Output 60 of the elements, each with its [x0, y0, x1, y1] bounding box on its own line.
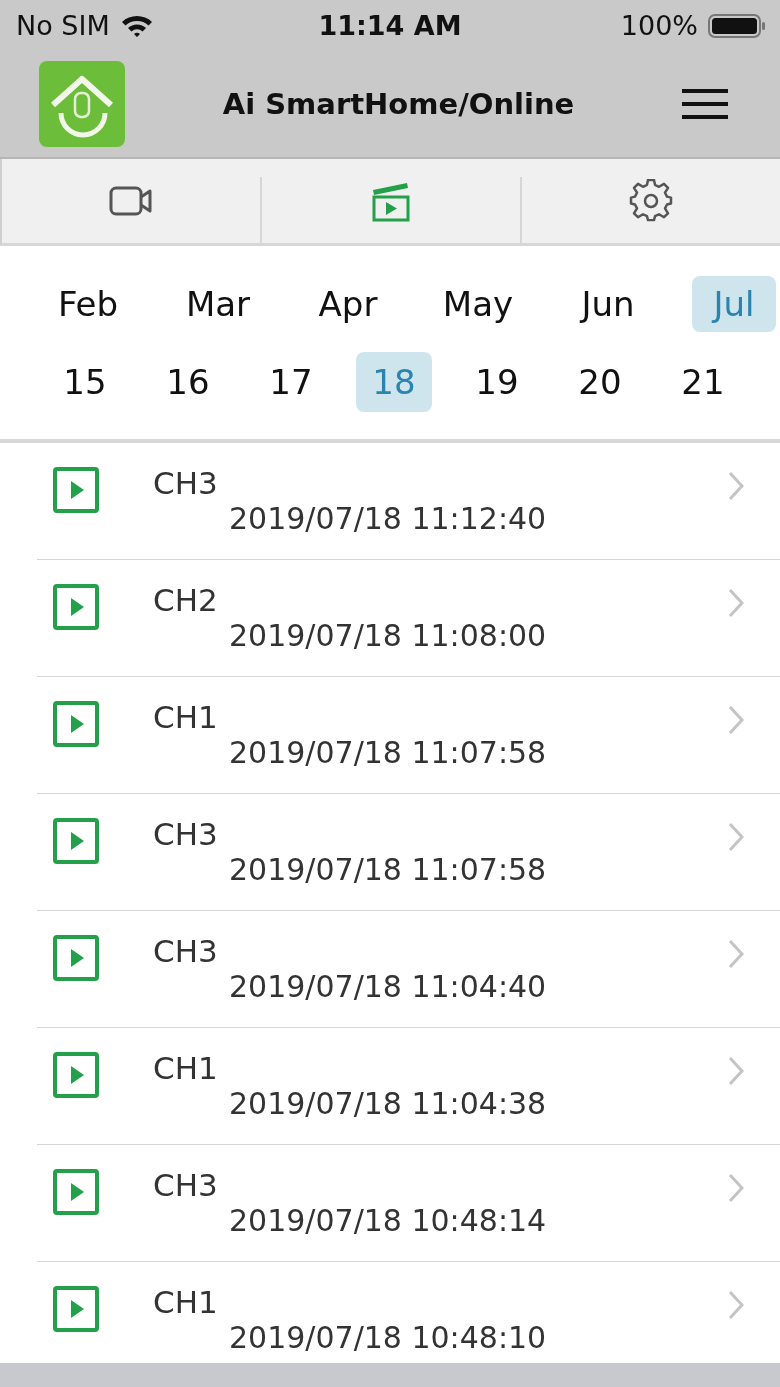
recording-time: 2019/07/18 11:07:58 [229, 852, 547, 888]
recording-row[interactable]: CH3 2019/07/18 11:12:40 [37, 442, 780, 560]
channel-label: CH3 [153, 465, 218, 502]
chevron-right-icon [728, 1289, 744, 1320]
app-title: Ai SmartHome/Online [221, 87, 576, 122]
chevron-right-icon [728, 938, 744, 969]
play-icon [53, 1051, 99, 1098]
channel-label: CH3 [153, 933, 218, 970]
play-icon [53, 466, 99, 513]
recording-time: 2019/07/18 11:04:38 [229, 1086, 547, 1122]
play-icon [53, 700, 99, 747]
chevron-right-icon [728, 470, 744, 501]
recording-time: 2019/07/18 10:48:10 [229, 1320, 547, 1356]
recording-row[interactable]: CH3 2019/07/18 11:04:40 [37, 910, 780, 1028]
clapperboard-icon [371, 180, 411, 223]
month-option[interactable]: Mar [162, 276, 274, 333]
recording-time: 2019/07/18 11:07:58 [229, 735, 547, 771]
recording-row[interactable]: CH3 2019/07/18 11:07:58 [37, 793, 780, 911]
day-option[interactable]: 19 [459, 352, 535, 413]
play-icon [53, 1285, 99, 1332]
channel-label: CH3 [153, 1167, 218, 1204]
recording-time: 2019/07/18 11:08:00 [229, 618, 547, 654]
recording-time: 2019/07/18 11:04:40 [229, 969, 547, 1005]
recording-row[interactable]: CH1 2019/07/18 11:04:38 [37, 1027, 780, 1145]
channel-label: CH1 [153, 1284, 218, 1321]
recording-row[interactable]: CH3 2019/07/18 10:48:14 [37, 1144, 780, 1262]
recording-row[interactable]: CH1 2019/07/18 11:07:58 [37, 676, 780, 794]
month-option[interactable]: May [422, 276, 534, 333]
channel-label: CH1 [153, 699, 218, 736]
carrier-label: No SIM [16, 10, 110, 42]
play-icon [53, 583, 99, 630]
channel-label: CH2 [153, 582, 218, 619]
battery-percent: 100% [620, 10, 698, 42]
chevron-right-icon [728, 1172, 744, 1203]
day-option[interactable]: 16 [150, 352, 226, 413]
day-option[interactable]: 20 [562, 352, 638, 413]
channel-label: CH3 [153, 816, 218, 853]
menu-icon[interactable] [682, 88, 728, 121]
chevron-right-icon [728, 587, 744, 618]
play-icon [53, 934, 99, 981]
day-option[interactable]: 15 [47, 352, 123, 413]
clock-time: 11:14 AM [318, 10, 462, 42]
app-logo-icon [39, 61, 125, 148]
day-option[interactable]: 17 [253, 352, 329, 413]
play-icon [53, 817, 99, 864]
month-option[interactable]: Jun [552, 276, 664, 333]
settings-icon [629, 179, 673, 224]
chevron-right-icon [728, 1055, 744, 1086]
channel-label: CH1 [153, 1050, 218, 1087]
chevron-right-icon [728, 821, 744, 852]
recording-row[interactable]: CH2 2019/07/18 11:08:00 [37, 559, 780, 677]
recording-time: 2019/07/18 11:12:40 [229, 501, 547, 537]
play-icon [53, 1168, 99, 1215]
video-camera-icon [109, 186, 153, 217]
day-option[interactable]: 21 [665, 352, 741, 413]
recording-time: 2019/07/18 10:48:14 [229, 1203, 547, 1239]
chevron-right-icon [728, 704, 744, 735]
month-option[interactable]: Feb [32, 276, 144, 333]
battery-icon [708, 12, 766, 39]
month-option[interactable]: Apr [292, 276, 404, 333]
